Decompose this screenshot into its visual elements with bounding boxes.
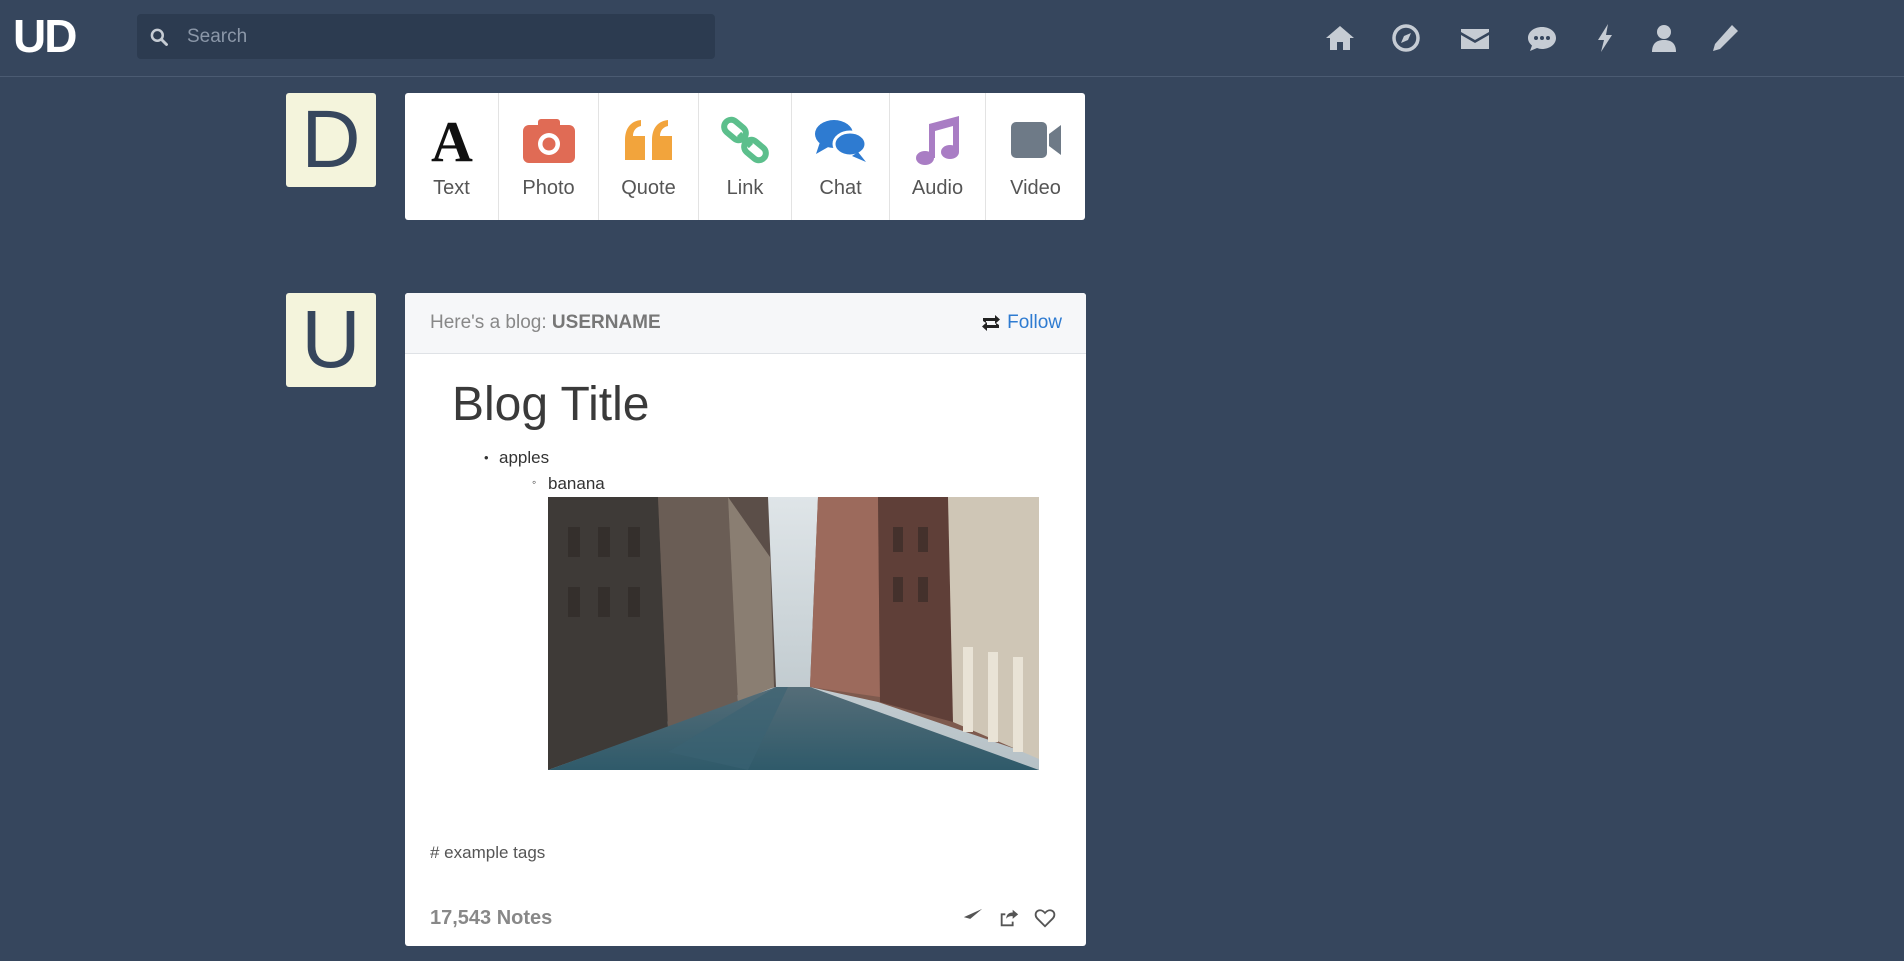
- post-type-audio[interactable]: Audio: [890, 93, 986, 220]
- send-icon[interactable]: [960, 905, 986, 931]
- explore-icon[interactable]: [1386, 18, 1426, 58]
- post-header: Here's a blog: USERNAME Follow: [405, 293, 1086, 354]
- quote-icon: [623, 109, 675, 171]
- post-type-photo[interactable]: Photo: [499, 93, 599, 220]
- notes-count[interactable]: 17,543 Notes: [430, 907, 552, 930]
- app-logo[interactable]: UD: [13, 13, 77, 59]
- activity-icon[interactable]: [1585, 18, 1625, 58]
- text-icon: A: [427, 109, 477, 171]
- video-icon: [1009, 109, 1063, 171]
- reblog-icon: [982, 315, 1001, 331]
- bullet-disc: •: [484, 450, 489, 465]
- post-type-label: Quote: [621, 177, 676, 199]
- post-type-label: Audio: [911, 177, 964, 199]
- new-post-icon[interactable]: [1705, 18, 1745, 58]
- messages-icon[interactable]: [1522, 18, 1562, 58]
- search-icon: [150, 28, 168, 46]
- post-type-chat[interactable]: Chat: [792, 93, 890, 220]
- post-type-text[interactable]: A Text: [405, 93, 499, 220]
- post-title: Blog Title: [452, 378, 650, 431]
- post-type-link[interactable]: Link: [699, 93, 792, 220]
- post-tags[interactable]: # example tags: [430, 843, 545, 863]
- chat-icon: [814, 109, 868, 171]
- top-navigation-bar: UD: [0, 0, 1904, 77]
- post-actions: [950, 905, 1058, 931]
- inbox-icon[interactable]: [1455, 18, 1495, 58]
- post-photo[interactable]: [548, 497, 1039, 770]
- post-type-quote[interactable]: Quote: [599, 93, 699, 220]
- post-type-label: Text: [433, 177, 470, 199]
- search-input[interactable]: [187, 14, 707, 59]
- post-type-bar: A Text Photo Quote Link Chat Audio Video: [405, 93, 1085, 220]
- list-item: apples: [499, 448, 550, 467]
- camera-icon: [521, 109, 577, 171]
- reblog-icon[interactable]: [996, 905, 1022, 931]
- post-type-video[interactable]: Video: [986, 93, 1085, 220]
- post-type-label: Photo: [522, 177, 575, 199]
- blog-prefix: Here's a blog:: [430, 312, 547, 333]
- blog-username[interactable]: USERNAME: [552, 312, 661, 333]
- follow-label: Follow: [1007, 312, 1062, 333]
- home-icon[interactable]: [1320, 18, 1360, 58]
- post-type-label: Video: [1010, 177, 1061, 199]
- blog-info: Here's a blog: USERNAME: [430, 312, 661, 334]
- svg-text:A: A: [431, 113, 473, 167]
- list-item: banana: [548, 474, 605, 493]
- post-card: Here's a blog: USERNAME Follow Blog Titl…: [405, 293, 1086, 946]
- blog-avatar[interactable]: U: [286, 293, 376, 387]
- link-icon: [720, 109, 770, 171]
- post-type-label: Chat: [819, 177, 862, 199]
- search-box[interactable]: [137, 14, 715, 59]
- post-type-label: Link: [726, 177, 764, 199]
- bullet-circle: ◦: [532, 475, 537, 489]
- follow-button[interactable]: Follow: [981, 312, 1062, 334]
- account-icon[interactable]: [1644, 18, 1684, 58]
- user-avatar[interactable]: D: [286, 93, 376, 187]
- heart-icon[interactable]: [1032, 905, 1058, 931]
- music-icon: [913, 109, 963, 171]
